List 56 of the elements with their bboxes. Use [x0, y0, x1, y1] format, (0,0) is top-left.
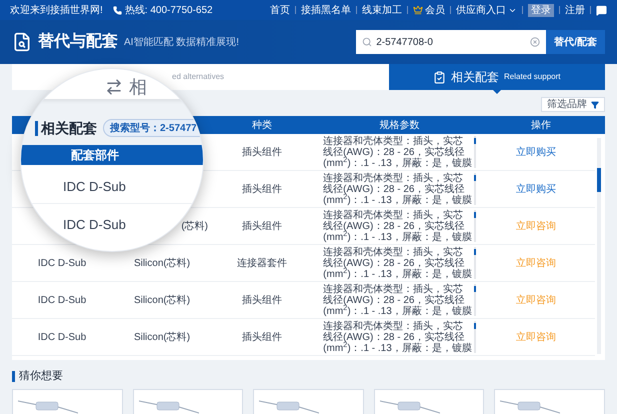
search-field[interactable]: 2-5747708-0: [356, 30, 546, 54]
section-heading: 相关配套: [41, 119, 97, 137]
hotline-text: 热线: 400-7750-652: [124, 4, 213, 18]
clipboard-icon: [433, 70, 446, 84]
tab-sublabel: ed alternatives: [172, 71, 224, 83]
table-cell: IDC D-Sub: [38, 332, 86, 342]
table-cell: IDC D-Sub: [63, 217, 126, 232]
buy-link[interactable]: 立即购买: [516, 146, 556, 158]
table-cell: IDC D-Sub: [38, 258, 86, 268]
nav-link[interactable]: 接插黑名单: [301, 2, 351, 18]
welcome-text: 欢迎来到接插世界网!: [10, 4, 103, 18]
chat-icon[interactable]: [596, 4, 607, 16]
search-button[interactable]: 替代/配套: [546, 30, 605, 54]
spec-text: 连接器和壳体类型：插头，实芯 线径(AWG)：28 - 26，实芯线径 (mm$^{2}$)：.1 - .13，屏蔽：是，镀膜: [323, 284, 472, 316]
swap-document-icon: [105, 78, 123, 96]
table-cell: 插头组件: [242, 332, 282, 342]
table-cell: 插头组件: [242, 294, 282, 306]
phone-icon: [112, 6, 122, 14]
search-icon: [362, 37, 372, 47]
column-header: 规格参数: [380, 120, 420, 130]
table-cell: Silicon(芯料): [134, 332, 190, 342]
table-cell: 插头组件: [242, 184, 282, 194]
search-input[interactable]: 2-5747708-0: [376, 34, 526, 50]
table-cell: 插头组件: [242, 146, 282, 158]
nav-link[interactable]: 首页: [270, 2, 290, 18]
table-cell: IDC D-Sub: [63, 179, 126, 194]
spec-text: 连接器和壳体类型：插头，实芯 线径(AWG)：28 - 26，实芯线径 (mm$^{2}$)：.1 - .13，屏蔽：是，镀膜: [323, 136, 472, 168]
page-title: 替代与配套: [38, 32, 118, 52]
slogan: AI智能匹配 数据精准展现!: [124, 36, 240, 50]
buy-link[interactable]: 立即购买: [516, 184, 556, 194]
tab-sublabel: Related support: [504, 71, 560, 83]
spec-text: 连接器和壳体类型：插头，实芯 线径(AWG)：28 - 26，实芯线径 (mm$^{2}$)：.1 - .13，屏蔽：是，镀膜: [323, 210, 472, 242]
table-cell: (芯料): [181, 220, 208, 232]
spec-text: 连接器和壳体类型：插头，实芯 线径(AWG)：28 - 26，实芯线径 (mm$^{2}$)：.1 - .13，屏蔽：是，镀膜: [323, 246, 472, 280]
tab-label: 相关配套: [451, 69, 499, 86]
table-cell: 插头组件: [242, 220, 282, 232]
clear-icon[interactable]: [530, 37, 540, 47]
section-title: 猜你想要: [19, 368, 63, 384]
logo-icon: [12, 32, 32, 52]
table-cell: IDC D-Sub: [38, 294, 86, 306]
filter-icon: [591, 100, 599, 108]
nav-link[interactable]: 线束加工: [362, 2, 402, 18]
table-cell: Silicon(芯料): [134, 258, 190, 268]
column-header: 种类: [252, 120, 272, 130]
table-cell: Silicon(芯料): [134, 294, 190, 306]
column-header: 配套部件: [71, 147, 119, 164]
supplier-menu[interactable]: 供应商入口: [456, 2, 517, 18]
column-header: 操作: [531, 120, 551, 130]
member-link[interactable]: 会员: [413, 2, 445, 18]
login-link[interactable]: 登录: [528, 4, 554, 16]
table-cell: 连接器套件: [237, 258, 287, 268]
brand-filter-button[interactable]: 筛选品牌: [541, 97, 605, 112]
nav-link[interactable]: 注册: [565, 2, 585, 18]
crown-icon: [413, 5, 423, 15]
spec-text: 连接器和壳体类型：插头，实芯 线径(AWG)：28 - 26，实芯线径 (mm$^{2}$)：.1 - .13，屏蔽：是，镀膜: [323, 172, 472, 206]
spec-text: 连接器和壳体类型：插头，实芯 线径(AWG)：28 - 26，实芯线径 (mm$^{2}$)：.1 - .13，屏蔽：是，镀膜: [323, 320, 472, 354]
